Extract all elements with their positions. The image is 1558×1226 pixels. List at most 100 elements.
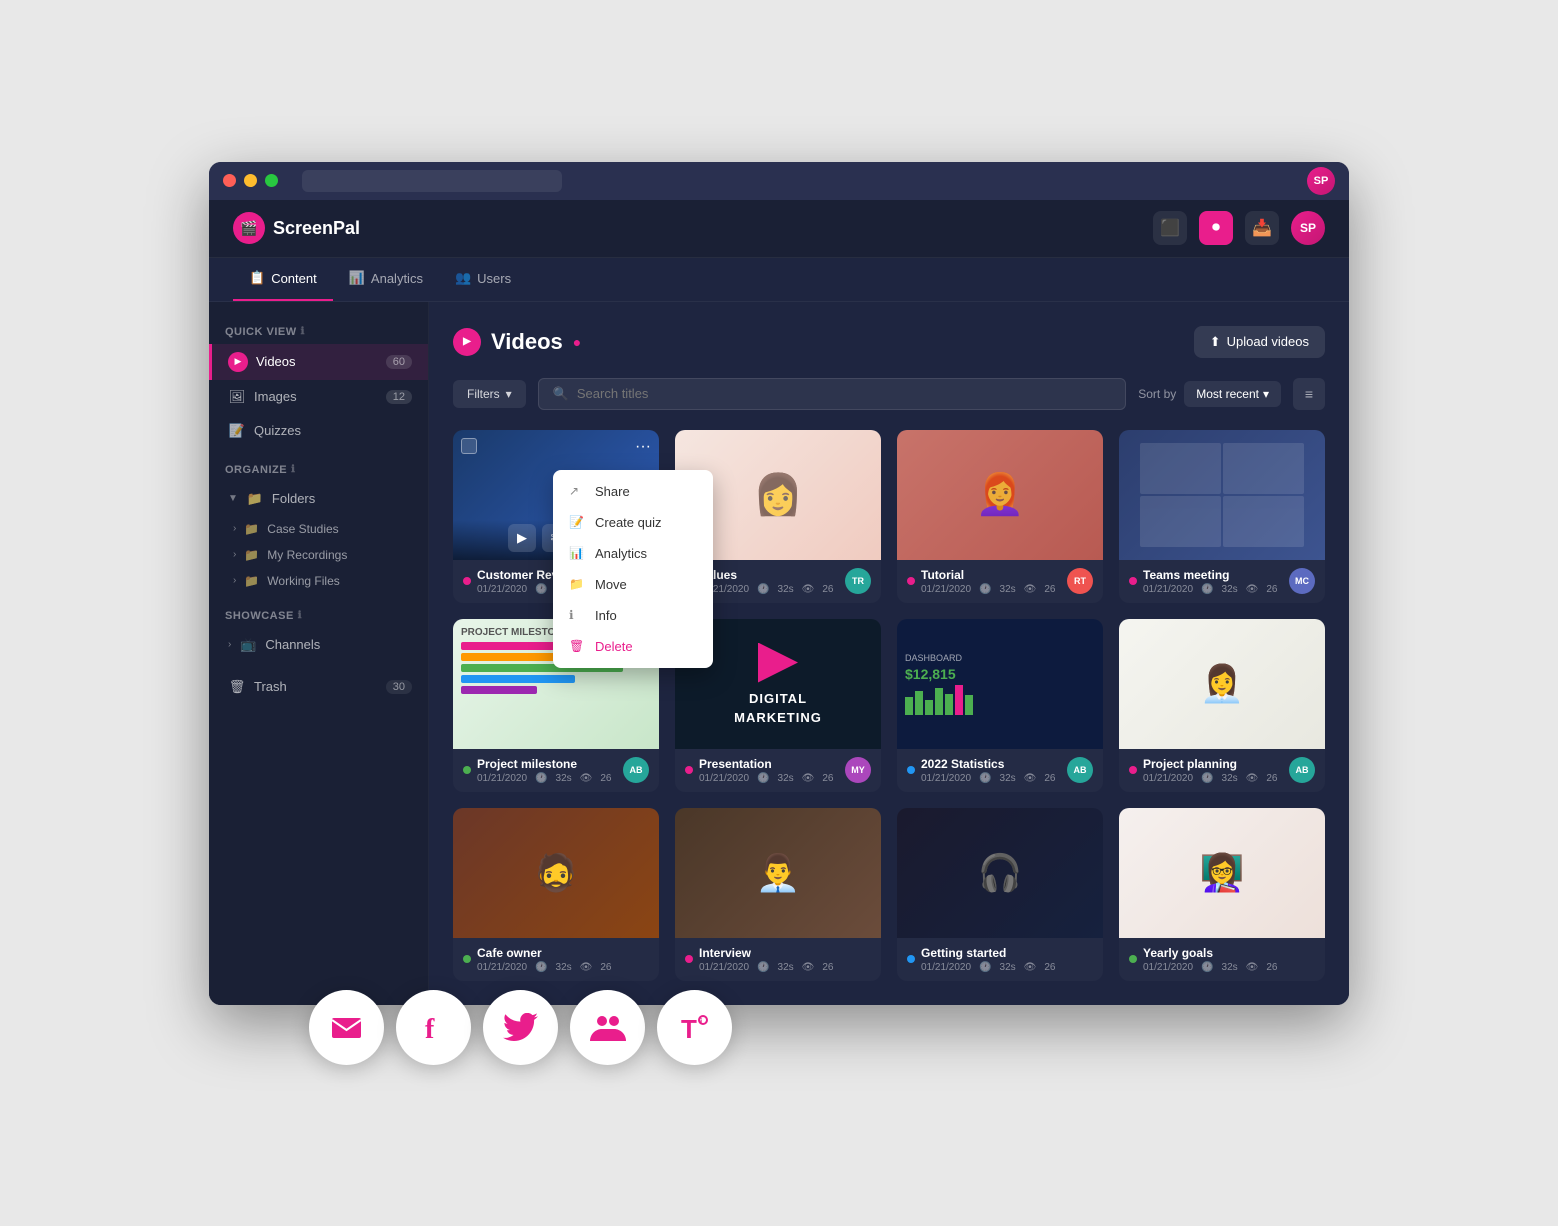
context-info[interactable]: ℹ Info (553, 600, 713, 631)
my-recordings-label: My Recordings (267, 548, 347, 562)
date-0: 01/21/2020 (477, 584, 527, 595)
video-info-8: Cafe owner 01/21/2020 🕐 32s 👁 26 (477, 946, 649, 973)
case-studies-chevron: › (233, 523, 236, 534)
clock-icon-0: 🕐 (535, 584, 547, 595)
sidebar-item-my-recordings[interactable]: › 📁 My Recordings (209, 542, 428, 568)
videos-play-icon: ▶ (228, 352, 248, 372)
context-share[interactable]: ↗ Share (553, 476, 713, 507)
video-title-5: Presentation (699, 757, 839, 771)
screen-record-btn[interactable]: ⬛ (1153, 211, 1187, 245)
logo: 🎬 ScreenPal (233, 212, 360, 244)
close-button[interactable] (223, 174, 236, 187)
delete-cm-icon: 🗑 (569, 639, 585, 653)
record-btn[interactable]: ⏺ (1199, 211, 1233, 245)
svg-text:T: T (681, 1014, 697, 1044)
video-title-10: Getting started (921, 946, 1093, 960)
case-studies-label: Case Studies (267, 522, 338, 536)
channels-chevron: › (228, 639, 231, 650)
card-checkbox[interactable] (461, 438, 477, 454)
sort-dropdown[interactable]: Most recent ▾ (1184, 381, 1281, 407)
trash-icon: 🗑 (228, 678, 246, 696)
sort-option-label: Most recent (1196, 387, 1259, 401)
working-files-label: Working Files (267, 574, 339, 588)
titlebar-avatar[interactable]: SP (1307, 167, 1335, 195)
filter-button[interactable]: Filters ▾ (453, 380, 526, 408)
view-toggle-button[interactable]: ≡ (1293, 378, 1325, 410)
analytics-cm-icon: 📊 (569, 546, 585, 560)
share-icons-bar: f T i (269, 970, 772, 1085)
first-card-wrapper: ▶ ✂ ↗ ··· (453, 430, 659, 603)
sidebar-item-videos[interactable]: ▶ Videos 60 (209, 344, 428, 380)
video-info-4: Project milestone 01/21/2020 🕐 32s 👁 26 (477, 757, 617, 784)
search-input[interactable] (577, 386, 1111, 401)
images-badge: 12 (386, 390, 412, 404)
upload-label: Upload videos (1227, 334, 1309, 349)
video-card-8[interactable]: 🧔 Cafe owner 01/21/2020 🕐 (453, 808, 659, 981)
video-card-6[interactable]: DASHBOARD $12,815 (897, 619, 1103, 792)
teams-share-button[interactable]: T i (657, 990, 732, 1065)
video-card-11[interactable]: 👩‍🏫 Yearly goals 01/21/2020 🕐 (1119, 808, 1325, 981)
titlebar-search (302, 170, 562, 192)
context-analytics[interactable]: 📊 Analytics (553, 538, 713, 569)
video-title-11: Yearly goals (1143, 946, 1315, 960)
video-card-9[interactable]: 👨‍💼 Interview 01/21/2020 🕐 (675, 808, 881, 981)
import-btn[interactable]: 📥 (1245, 211, 1279, 245)
user-avatar[interactable]: SP (1291, 211, 1325, 245)
tab-analytics[interactable]: 📊 Analytics (333, 257, 439, 301)
maximize-button[interactable] (265, 174, 278, 187)
grid-view-icon: ≡ (1305, 386, 1313, 402)
video-card-2[interactable]: 👩‍🦰 Tutorial 01/21/2020 🕐 (897, 430, 1103, 603)
sidebar-item-case-studies[interactable]: › 📁 Case Studies (209, 516, 428, 542)
video-meta-7: Project planning 01/21/2020 🕐 32s 👁 26 (1119, 749, 1325, 792)
upload-videos-button[interactable]: ⬆ Upload videos (1194, 326, 1325, 358)
tab-users[interactable]: 👥 Users (439, 257, 527, 301)
analytics-tab-icon: 📊 (349, 270, 365, 286)
groups-share-button[interactable] (570, 990, 645, 1065)
delete-label: Delete (595, 639, 633, 654)
twitter-share-button[interactable] (483, 990, 558, 1065)
minimize-button[interactable] (244, 174, 257, 187)
context-create-quiz[interactable]: 📝 Create quiz (553, 507, 713, 538)
logo-text: ScreenPal (273, 218, 360, 239)
video-thumb-3 (1119, 430, 1325, 560)
info-label: Info (595, 608, 617, 623)
sidebar-item-folders[interactable]: ▼ 📁 Folders (209, 482, 428, 516)
images-label: Images (254, 389, 297, 404)
content-title: ▶ Videos ● (453, 328, 581, 356)
sidebar-item-channels[interactable]: › 📺 Channels (209, 628, 428, 662)
context-move[interactable]: 📁 Move (553, 569, 713, 600)
tab-content[interactable]: 📋 Content (233, 257, 333, 301)
quiz-cm-icon: 📝 (569, 515, 585, 529)
video-dot-6 (907, 766, 915, 774)
video-title-3: Teams meeting (1143, 568, 1283, 582)
sort-area: Sort by Most recent ▾ (1138, 381, 1281, 407)
video-meta-3: Teams meeting 01/21/2020 🕐 32s 👁 26 (1119, 560, 1325, 603)
search-box: 🔍 (538, 378, 1127, 410)
context-delete[interactable]: 🗑 Delete (553, 631, 713, 662)
content-panel: ▶ Videos ● ⬆ Upload videos Filters (429, 302, 1349, 1005)
search-icon: 🔍 (553, 386, 569, 402)
video-title-8: Cafe owner (477, 946, 649, 960)
sidebar-item-trash[interactable]: 🗑 Trash 30 (209, 670, 428, 704)
folders-icon: 📁 (246, 490, 264, 508)
title-play-icon: ▶ (453, 328, 481, 356)
facebook-share-button[interactable]: f (396, 990, 471, 1065)
sidebar-item-working-files[interactable]: › 📁 Working Files (209, 568, 428, 594)
video-stats-7: 01/21/2020 🕐 32s 👁 26 (1143, 773, 1283, 784)
svg-text:i: i (700, 1017, 702, 1026)
my-recordings-icon: 📁 (244, 548, 259, 562)
video-card-3[interactable]: Teams meeting 01/21/2020 🕐 32s 👁 26 (1119, 430, 1325, 603)
play-action-icon[interactable]: ▶ (508, 524, 536, 552)
move-label: Move (595, 577, 627, 592)
card-dots-btn[interactable]: ··· (635, 438, 651, 456)
users-tab-label: Users (477, 271, 511, 286)
video-thumb-10: 🎧 (897, 808, 1103, 938)
sidebar-item-images[interactable]: 🖼 Images 12 (209, 380, 428, 414)
main-content: Quick view ℹ ▶ Videos 60 🖼 Images 12 (209, 302, 1349, 1005)
video-title-1: Values (699, 568, 839, 582)
video-card-7[interactable]: 👩‍💼 Project planning 01/21/2020 🕐 (1119, 619, 1325, 792)
sidebar-item-quizzes[interactable]: 📝 Quizzes (209, 414, 428, 448)
email-share-button[interactable] (309, 990, 384, 1065)
avatar-1: TR (845, 568, 871, 594)
video-card-10[interactable]: 🎧 Getting started 01/21/2020 🕐 (897, 808, 1103, 981)
